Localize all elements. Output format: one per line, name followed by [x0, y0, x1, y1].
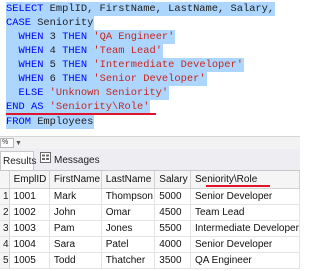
table-cell[interactable]: QA Engineer: [190, 252, 300, 269]
keyword-select: SELECT: [6, 3, 44, 15]
code-line-when-3: WHEN 3 THEN 'QA Engineer': [6, 30, 176, 44]
select-columns: EmplID, FirstName, LastName, Salary,: [43, 3, 275, 15]
case-column: Seniority: [30, 17, 94, 29]
keyword-when: WHEN: [18, 73, 44, 85]
table-cell[interactable]: Intermediate Developer: [190, 220, 300, 237]
keyword-case: CASE: [6, 17, 31, 29]
tab-results-label: Results: [3, 156, 37, 167]
table-cell[interactable]: 1003: [9, 220, 50, 237]
column-header-lastname[interactable]: LastName: [101, 171, 156, 189]
code-line-when-5: WHEN 5 THEN 'Intermediate Developer': [6, 58, 244, 72]
column-header-emplid[interactable]: EmplID: [9, 171, 50, 189]
table-cell[interactable]: Senior Developer: [190, 188, 300, 205]
table-cell[interactable]: Team Lead: [190, 204, 300, 221]
table-cell[interactable]: John: [49, 204, 102, 221]
grid-corner[interactable]: [0, 171, 10, 189]
table-cell[interactable]: 4000: [154, 236, 191, 253]
tab-messages-label: Messages: [54, 155, 100, 167]
table-cell[interactable]: 1004: [9, 236, 50, 253]
table-cell[interactable]: Jones: [101, 220, 156, 237]
row-number[interactable]: 4: [0, 236, 10, 253]
keyword-from: FROM: [6, 116, 31, 128]
pane-splitter[interactable]: [0, 136, 300, 149]
code-line-else: ELSE 'Unknown Seniority': [6, 86, 170, 100]
column-header-underline: [206, 185, 270, 187]
keyword-when: WHEN: [18, 31, 44, 43]
tab-messages[interactable]: Messages: [40, 151, 100, 170]
column-header-salary[interactable]: Salary: [154, 171, 191, 189]
keyword-when: WHEN: [18, 59, 44, 71]
string-literal: 'Intermediate Developer': [87, 59, 243, 71]
sql-editor[interactable]: SELECT EmplID, FirstName, LastName, Sala…: [0, 0, 300, 136]
table-cell[interactable]: Sara: [49, 236, 102, 253]
messages-icon: [40, 151, 51, 170]
table-cell[interactable]: 1001: [9, 188, 50, 205]
keyword-as: AS: [24, 101, 44, 113]
zoom-dropdown[interactable]: %: [0, 138, 14, 148]
code-line-from: FROM Employees: [6, 115, 95, 129]
row-number[interactable]: 5: [0, 252, 10, 269]
keyword-when: WHEN: [18, 45, 44, 57]
when-number: 6: [43, 73, 63, 85]
zoom-label: %: [2, 139, 9, 146]
table-row[interactable]: 4 1004 Sara Patel 4000 Senior Developer: [0, 236, 300, 253]
row-number[interactable]: 1: [0, 188, 10, 205]
when-number: 4: [43, 45, 63, 57]
table-cell[interactable]: Patel: [101, 236, 156, 253]
table-row[interactable]: 1 1001 Mark Thompson 5000 Senior Develop…: [0, 188, 300, 205]
table-cell[interactable]: Thatcher: [101, 252, 156, 269]
keyword-then: THEN: [62, 31, 88, 43]
string-literal: 'QA Engineer': [87, 31, 175, 43]
row-number[interactable]: 2: [0, 204, 10, 221]
code-line-end: END AS 'Seniority\Role': [6, 100, 151, 114]
chevron-down-icon[interactable]: ▼: [15, 140, 22, 148]
code-line-case: CASE Seniority: [6, 16, 95, 30]
table-cell[interactable]: 3500: [154, 252, 191, 269]
table-row[interactable]: 5 1005 Todd Thatcher 3500 QA Engineer: [0, 252, 300, 269]
keyword-then: THEN: [62, 73, 88, 85]
table-cell[interactable]: 5500: [154, 220, 191, 237]
row-number[interactable]: 3: [0, 220, 10, 237]
table-row[interactable]: 2 1002 John Omar 4500 Team Lead: [0, 204, 300, 221]
table-cell[interactable]: 1005: [9, 252, 50, 269]
table-cell[interactable]: Senior Developer: [190, 236, 300, 253]
keyword-then: THEN: [62, 45, 88, 57]
table-cell[interactable]: Todd: [49, 252, 102, 269]
keyword-then: THEN: [62, 59, 88, 71]
string-literal: 'Unknown Seniority': [43, 87, 169, 99]
table-cell[interactable]: Thompson: [101, 188, 156, 205]
code-line-when-4: WHEN 4 THEN 'Team Lead': [6, 44, 163, 58]
string-literal: 'Senior Developer': [87, 73, 206, 85]
table-cell[interactable]: 1002: [9, 204, 50, 221]
results-grid[interactable]: EmplID FirstName LastName Salary Seniori…: [0, 171, 300, 271]
code-line-when-6: WHEN 6 THEN 'Senior Developer': [6, 72, 207, 86]
column-header-firstname[interactable]: FirstName: [49, 171, 102, 189]
table-cell[interactable]: Omar: [101, 204, 156, 221]
string-literal: 'Team Lead': [87, 45, 162, 57]
table-cell[interactable]: 4500: [154, 204, 191, 221]
table-row[interactable]: 3 1003 Pam Jones 5500 Intermediate Devel…: [0, 220, 300, 237]
result-tabs: Results Messages: [0, 149, 300, 171]
when-number: 5: [43, 59, 63, 71]
from-table: Employees: [30, 116, 94, 128]
table-cell[interactable]: Mark: [49, 188, 102, 205]
when-number: 3: [43, 31, 63, 43]
alias-literal: 'Seniority\Role': [43, 101, 150, 113]
code-line-select: SELECT EmplID, FirstName, LastName, Sala…: [6, 2, 276, 16]
tab-results[interactable]: Results: [0, 151, 37, 170]
table-cell[interactable]: Pam: [49, 220, 102, 237]
keyword-end: END: [6, 101, 25, 113]
table-cell[interactable]: 5000: [154, 188, 191, 205]
keyword-else: ELSE: [18, 87, 44, 99]
